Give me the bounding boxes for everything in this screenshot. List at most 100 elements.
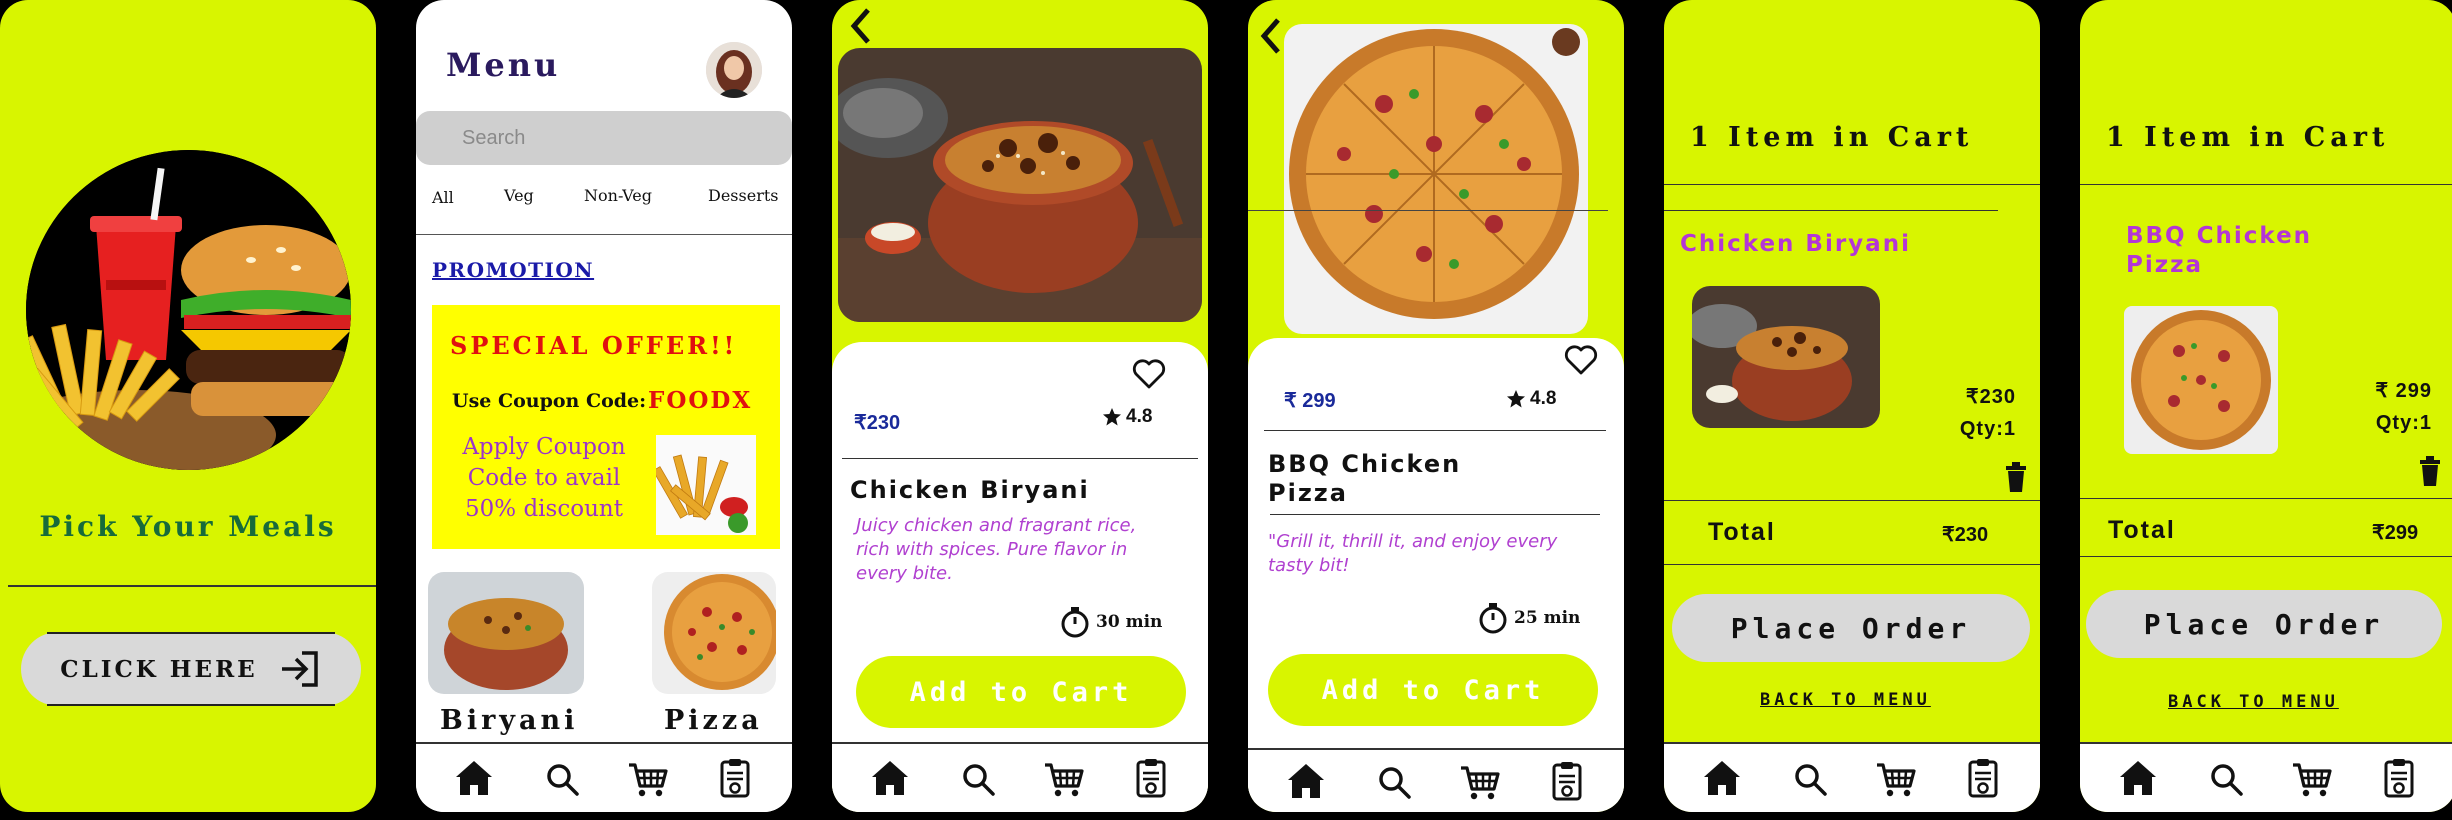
cart-item-qty: Qty:1	[2375, 412, 2432, 434]
cart-item-image	[2124, 306, 2278, 454]
back-to-menu-link[interactable]: BACK TO MENU	[2168, 692, 2339, 712]
trash-icon[interactable]	[2418, 456, 2442, 486]
orders-icon[interactable]	[1961, 756, 2005, 800]
divider	[842, 458, 1198, 459]
rating: 4.8	[1506, 388, 1556, 410]
dish-description: Juicy chicken and fragrant rice, rich wi…	[856, 515, 1137, 584]
avatar[interactable]	[706, 42, 762, 98]
cart-icon[interactable]	[1874, 756, 1918, 800]
search-icon[interactable]	[2203, 756, 2247, 800]
home-icon[interactable]	[868, 756, 912, 800]
add-to-cart-button[interactable]: Add to Cart	[856, 656, 1186, 728]
login-arrow-icon	[281, 651, 318, 687]
prep-time: 30 min	[1060, 606, 1162, 638]
category-tabs: All Veg Non-Veg Desserts	[416, 186, 792, 214]
divider	[1664, 184, 2040, 185]
divider	[2080, 556, 2452, 557]
divider	[1270, 514, 1600, 515]
fries-image	[656, 435, 756, 535]
tab-non-veg[interactable]: Non-Veg	[584, 186, 652, 205]
prep-time: 25 min	[1478, 602, 1580, 634]
special-offer-banner[interactable]: SPECIAL OFFER!! Use Coupon Code: FOODX A…	[432, 305, 780, 549]
home-icon[interactable]	[2116, 756, 2160, 800]
dish-label-pizza[interactable]: Pizza	[664, 705, 763, 736]
total-label: Total	[2108, 516, 2176, 544]
click-here-label: CLICK HERE	[60, 655, 258, 683]
cart-item-qty: Qty:1	[1959, 418, 2016, 440]
coupon-code: FOODX	[648, 387, 753, 414]
pizza-detail-screen: ₹ 299 4.8 BBQ Chicken Pizza "Grill it, t…	[1248, 0, 1624, 812]
search-input[interactable]	[416, 111, 792, 165]
cart-item-name: Chicken Biryani	[1680, 231, 1911, 257]
place-order-button[interactable]: Place Order	[1672, 594, 2030, 662]
cart-icon[interactable]	[1042, 756, 1086, 800]
back-to-menu-link[interactable]: BACK TO MENU	[1760, 690, 1931, 710]
divider	[2080, 498, 2452, 499]
orders-icon[interactable]	[713, 756, 757, 800]
home-icon[interactable]	[1284, 759, 1328, 803]
cart-item-price: ₹230	[1965, 386, 2016, 408]
divider	[2080, 184, 2452, 185]
tab-desserts[interactable]: Desserts	[708, 186, 778, 205]
dish-name: BBQ Chicken Pizza	[1268, 450, 1462, 507]
tab-all[interactable]: All	[432, 188, 454, 207]
menu-screen: Menu All Veg Non-Veg Desserts PROMOTION …	[416, 0, 792, 812]
hero-food-image	[26, 150, 351, 470]
home-icon[interactable]	[452, 756, 496, 800]
home-icon[interactable]	[1700, 756, 1744, 800]
total-label: Total	[1708, 518, 1776, 546]
welcome-screen: Pick Your Meals CLICK HERE	[0, 0, 376, 812]
divider	[416, 234, 792, 235]
prep-time-value: 25 min	[1514, 608, 1581, 628]
cart-title: 1 Item in Cart	[1690, 122, 1974, 153]
search-icon[interactable]	[1371, 759, 1415, 803]
timer-icon	[1061, 607, 1089, 638]
offer-title: SPECIAL OFFER!!	[450, 331, 738, 360]
cart-icon[interactable]	[1458, 759, 1502, 803]
heart-icon[interactable]	[1564, 344, 1598, 376]
divider	[8, 585, 376, 587]
bottom-nav	[416, 742, 792, 812]
heart-icon[interactable]	[1132, 358, 1166, 390]
add-to-cart-button[interactable]: Add to Cart	[1268, 654, 1598, 726]
search-icon[interactable]	[955, 756, 999, 800]
pizza-card-image[interactable]	[652, 572, 776, 694]
cart-screen-biryani: 1 Item in Cart Chicken Biryani ₹230 Qty:…	[1664, 0, 2040, 812]
trash-icon[interactable]	[2004, 462, 2028, 492]
offer-description: Apply Coupon Code to avail 50% discount	[462, 434, 626, 522]
cart-icon[interactable]	[2290, 756, 2334, 800]
orders-icon[interactable]	[1129, 756, 1173, 800]
promotion-link[interactable]: PROMOTION	[432, 258, 594, 282]
cart-item-name: BBQ Chicken Pizza	[2126, 223, 2313, 278]
divider	[1664, 564, 2040, 565]
search-icon[interactable]	[539, 756, 583, 800]
divider	[1248, 210, 1608, 211]
click-here-button[interactable]: CLICK HERE	[21, 632, 361, 706]
divider	[1664, 210, 1998, 211]
search-bar[interactable]	[416, 111, 792, 165]
biryani-detail-screen: ₹230 4.8 Chicken Biryani Juicy chicken a…	[832, 0, 1208, 812]
back-chevron-icon[interactable]	[1256, 16, 1286, 56]
star-icon	[1507, 390, 1525, 408]
cart-icon[interactable]	[626, 756, 670, 800]
page-title: Menu	[446, 46, 561, 84]
place-order-button[interactable]: Place Order	[2086, 590, 2442, 658]
back-chevron-icon[interactable]	[846, 6, 876, 46]
biryani-card-image[interactable]	[428, 572, 584, 694]
search-icon[interactable]	[1787, 756, 1831, 800]
tab-veg[interactable]: Veg	[504, 186, 534, 205]
biryani-hero-image	[838, 48, 1202, 322]
rating: 4.8	[1102, 406, 1152, 428]
dish-label-biryani[interactable]: Biryani	[440, 705, 578, 736]
bottom-nav	[832, 742, 1208, 812]
coupon-label: Use Coupon Code:	[452, 390, 647, 412]
star-icon	[1103, 408, 1121, 426]
prep-time-value: 30 min	[1096, 612, 1163, 632]
dish-name: Chicken Biryani	[850, 476, 1090, 504]
cart-screen-pizza: 1 Item in Cart BBQ Chicken Pizza ₹ 299 Q…	[2080, 0, 2452, 812]
dish-description: "Grill it, thrill it, and enjoy every ta…	[1268, 531, 1558, 576]
rating-value: 4.8	[1530, 388, 1557, 409]
cart-title: 1 Item in Cart	[2106, 122, 2390, 153]
orders-icon[interactable]	[1545, 759, 1589, 803]
orders-icon[interactable]	[2377, 756, 2421, 800]
